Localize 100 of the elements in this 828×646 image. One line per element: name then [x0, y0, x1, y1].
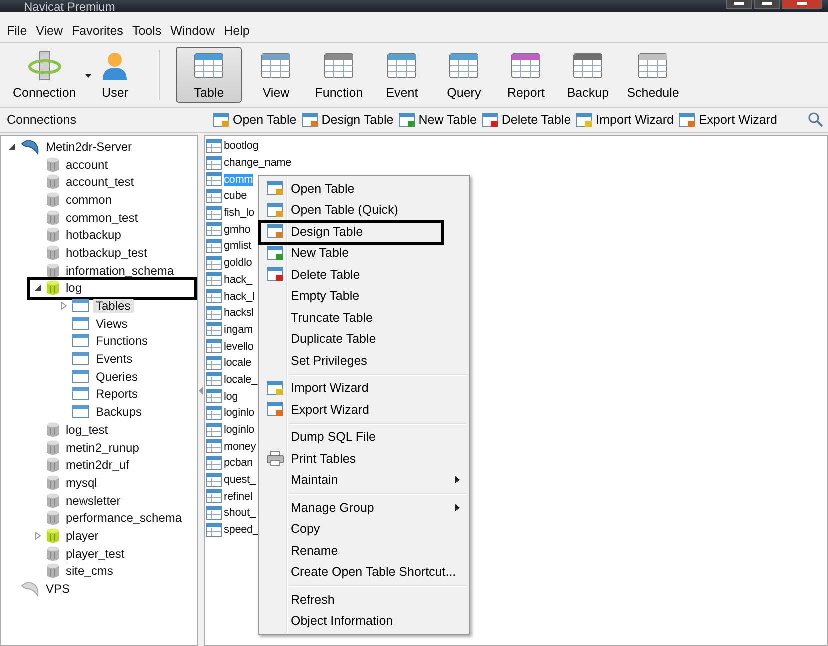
toolbar-button[interactable]: Query: [436, 47, 492, 103]
menu-item[interactable]: Truncate Table: [291, 310, 373, 325]
table-item[interactable]: money: [224, 440, 256, 453]
toolbar-button[interactable]: User: [87, 47, 144, 103]
menu-item[interactable]: Object Information: [291, 614, 394, 628]
tree-item[interactable]: hotbackup: [63, 228, 124, 242]
table-item[interactable]: locale_: [224, 374, 258, 386]
menu-item[interactable]: Refresh: [291, 592, 335, 607]
table-item[interactable]: hack_l: [224, 290, 255, 303]
tree-item[interactable]: log_test: [63, 422, 112, 437]
table-item[interactable]: gmho: [224, 224, 251, 236]
table-item[interactable]: hack_: [224, 274, 252, 286]
tree-item[interactable]: player_test: [63, 546, 128, 561]
expander-icon[interactable]: [34, 284, 42, 292]
menu-item[interactable]: File: [7, 24, 28, 38]
tree-item[interactable]: account_test: [63, 175, 138, 190]
tree-item[interactable]: performance_schema: [63, 511, 186, 526]
minimize-button[interactable]: [726, 0, 752, 9]
tree-item[interactable]: Functions: [93, 334, 152, 348]
toolbar-button[interactable]: Backup: [560, 47, 616, 103]
tree-item[interactable]: metin2_runup: [63, 440, 142, 455]
tree-item[interactable]: Reports: [93, 387, 142, 402]
table-item[interactable]: loginlo: [224, 407, 254, 420]
menu-item[interactable]: Delete Table: [291, 268, 360, 282]
tree-item[interactable]: common: [63, 192, 116, 207]
tree-item[interactable]: Metin2dr-Server: [43, 140, 136, 154]
table-item[interactable]: ingam: [224, 324, 253, 336]
table-item[interactable]: gmlist: [224, 240, 252, 252]
table-item[interactable]: goldlo: [224, 257, 252, 270]
menu-item[interactable]: Copy: [291, 522, 320, 536]
tree-item[interactable]: log: [63, 281, 86, 296]
toolbar-button[interactable]: Report: [498, 47, 554, 103]
toolbar-button[interactable]: Open Table: [213, 112, 297, 128]
menu-item[interactable]: Import Wizard: [291, 381, 369, 396]
menu-item[interactable]: Dump SQL File: [291, 430, 376, 444]
toolbar-button[interactable]: Table: [176, 47, 242, 103]
table-item[interactable]: pcban: [224, 457, 253, 470]
table-item[interactable]: cube: [224, 190, 248, 202]
menu-item[interactable]: Open Table (Quick): [291, 203, 398, 218]
menu-item[interactable]: Create Open Table Shortcut...: [291, 565, 456, 580]
tree-item[interactable]: Views: [93, 316, 131, 331]
toolbar-button[interactable]: New Table: [398, 112, 477, 128]
dropdown-arrow-icon[interactable]: [85, 74, 92, 78]
table-item[interactable]: levello: [224, 340, 254, 353]
menu-item[interactable]: Design Table: [291, 224, 364, 239]
menu-item[interactable]: Export Wizard: [291, 402, 370, 417]
tree-item[interactable]: Backups: [93, 405, 146, 420]
menu-item[interactable]: Set Privileges: [291, 354, 368, 368]
toolbar-button[interactable]: Connection: [8, 47, 82, 103]
table-item[interactable]: change_name: [224, 157, 292, 170]
table-item[interactable]: loginlo: [224, 424, 254, 436]
tree-item[interactable]: site_cms: [63, 564, 116, 578]
table-item[interactable]: fish_lo: [224, 207, 254, 220]
table-item[interactable]: refinel: [224, 490, 253, 503]
table-item[interactable]: hacksl: [224, 307, 254, 320]
table-item[interactable]: speed_: [224, 524, 259, 536]
toolbar-button[interactable]: Export Wizard: [678, 112, 778, 128]
menu-item[interactable]: Open Table: [291, 182, 355, 196]
search-icon[interactable]: [808, 112, 824, 128]
menu-item[interactable]: Window: [170, 24, 216, 38]
menu-item[interactable]: Manage Group: [291, 500, 374, 515]
menu-item[interactable]: Empty Table: [291, 289, 360, 304]
expander-icon[interactable]: [8, 142, 16, 151]
toolbar-button[interactable]: Design Table: [302, 112, 394, 128]
table-item[interactable]: shout_: [224, 507, 256, 520]
toolbar-button[interactable]: View: [248, 47, 304, 103]
menu-item[interactable]: Print Tables: [291, 452, 356, 466]
menu-item[interactable]: Tools: [132, 24, 162, 38]
toolbar-button[interactable]: Import Wizard: [576, 112, 674, 128]
menu-item[interactable]: New Table: [291, 246, 350, 260]
table-item[interactable]: bootlog: [224, 140, 259, 152]
tree-item[interactable]: VPS: [43, 582, 74, 596]
toolbar-button[interactable]: Function: [310, 47, 368, 103]
tree-item[interactable]: hotbackup_test: [63, 246, 150, 260]
maximize-button[interactable]: [754, 0, 780, 9]
table-item[interactable]: locale: [224, 357, 252, 370]
menu-item[interactable]: Favorites: [72, 24, 124, 38]
toolbar-button[interactable]: Event: [374, 47, 430, 103]
tree-item[interactable]: mysql: [63, 476, 100, 490]
tree-item[interactable]: information_schema: [63, 264, 178, 278]
close-button[interactable]: [782, 0, 822, 9]
menu-item[interactable]: View: [36, 24, 64, 38]
menu-item[interactable]: Rename: [291, 544, 338, 558]
table-item[interactable]: quest_: [224, 474, 256, 486]
toolbar-button[interactable]: Schedule: [622, 47, 684, 103]
menu-item[interactable]: Duplicate Table: [291, 332, 376, 346]
tree-item[interactable]: newsletter: [63, 494, 124, 508]
tree-item[interactable]: account: [63, 158, 112, 172]
tree-item[interactable]: Events: [93, 352, 136, 366]
toolbar-button[interactable]: Delete Table: [482, 112, 572, 128]
menu-item[interactable]: Maintain: [291, 473, 338, 488]
tree-item[interactable]: player: [63, 528, 102, 543]
menu-item[interactable]: Help: [224, 24, 250, 38]
tree-item[interactable]: Queries: [93, 370, 142, 384]
tree-item[interactable]: common_test: [63, 210, 142, 225]
tree-item[interactable]: metin2dr_uf: [63, 458, 132, 472]
tree-item[interactable]: Tables: [93, 299, 134, 314]
table-icon: [266, 224, 284, 240]
table-icon: [482, 112, 499, 128]
table-item[interactable]: log: [224, 390, 238, 403]
